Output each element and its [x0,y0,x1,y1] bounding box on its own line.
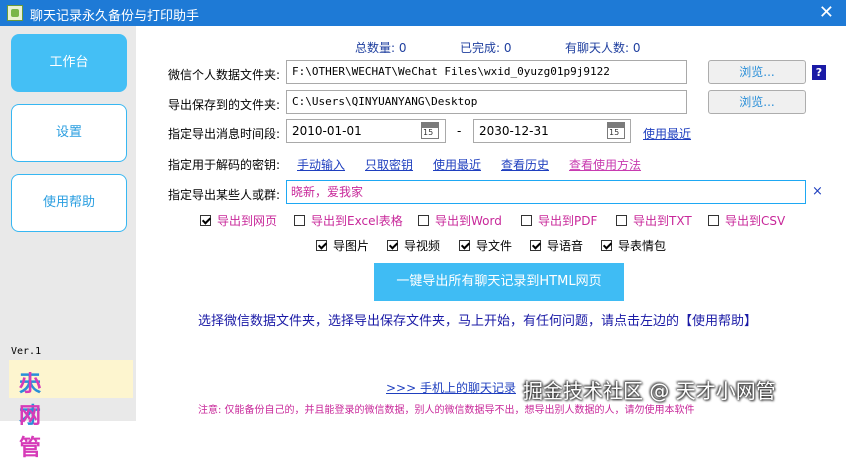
export-pdf-checkbox[interactable]: 导出到PDF [521,212,597,229]
version-label: Ver.1 [11,346,42,357]
export-html-label: 导出到网页 [217,214,278,228]
window-title: 聊天记录永久备份与打印助手 [30,9,200,24]
calendar-day-from: 15 [423,128,434,137]
media-image-label: 导图片 [333,239,370,253]
export-all-button[interactable]: 一键导出所有聊天记录到HTML网页 [374,263,624,301]
media-video-checkbox[interactable]: 导视频 [387,237,440,254]
export-html-checkbox[interactable]: 导出到网页 [200,212,277,229]
calendar-icon[interactable]: 15 [607,122,625,139]
export-txt-label: 导出到TXT [633,214,692,228]
logo: 天才 小网管 [9,360,133,461]
export-csv-checkbox[interactable]: 导出到CSV [708,212,785,229]
export-word-checkbox[interactable]: 导出到Word [418,212,502,229]
save-folder-label: 导出保存到的文件夹: [168,98,281,112]
nav-settings[interactable]: 设置 [11,104,127,162]
target-input[interactable]: 晓新，爱我家 [286,180,806,204]
export-pdf-label: 导出到PDF [538,214,598,228]
mobile-records-link[interactable]: >>> 手机上的聊天记录 [386,379,516,396]
watermark: 掘金技术社区 @ 天才小网管 [523,379,776,403]
target-label: 指定导出某些人或群: [168,188,281,202]
media-file-label: 导文件 [476,239,513,253]
nav-help[interactable]: 使用帮助 [11,174,127,232]
media-voice-checkbox[interactable]: 导语音 [530,237,583,254]
key-manual-link[interactable]: 手动输入 [297,156,345,173]
media-sticker-checkbox[interactable]: 导表情包 [601,237,666,254]
export-word-label: 导出到Word [435,214,502,228]
wechat-folder-input[interactable]: F:\OTHER\WECHAT\WeChat Files\wxid_0yuzg0… [286,60,687,84]
media-voice-label: 导语音 [547,239,584,253]
key-recent-link[interactable]: 使用最近 [433,156,481,173]
export-csv-label: 导出到CSV [725,214,786,228]
time-range-label: 指定导出消息时间段: [168,127,281,141]
stat-contacts: 有聊天人数: 0 [565,41,641,55]
clear-target-icon[interactable]: × [812,184,823,199]
media-image-checkbox[interactable]: 导图片 [316,237,369,254]
key-howto-link[interactable]: 查看使用方法 [569,156,641,173]
key-only-link[interactable]: 只取密钥 [365,156,413,173]
wechat-folder-label: 微信个人数据文件夹: [168,68,281,82]
key-history-link[interactable]: 查看历史 [501,156,549,173]
save-folder-input[interactable]: C:\Users\QINYUANYANG\Desktop [286,90,687,114]
logo-part2: 小网管 [19,372,43,461]
media-video-label: 导视频 [404,239,441,253]
use-recent-time-link[interactable]: 使用最近 [643,125,691,142]
hint-text: 选择微信数据文件夹，选择导出保存文件夹，马上开始，有任何问题，请点击左边的【使用… [198,314,758,329]
stat-done: 已完成: 0 [460,41,512,55]
calendar-day-to: 15 [609,128,620,137]
app-icon [7,5,23,21]
stat-total: 总数量: 0 [355,41,407,55]
media-sticker-label: 导表情包 [618,239,667,253]
key-label: 指定用于解码的密钥: [168,158,281,172]
nav-workbench[interactable]: 工作台 [11,34,127,92]
notice-text: 注意: 仅能备份自己的，并且能登录的微信数据，别人的微信数据导不出，想导出别人数… [198,405,695,416]
date-from-value: 2010-01-01 [292,124,362,138]
export-excel-label: 导出到Excel表格 [311,214,403,228]
close-icon[interactable]: ✕ [819,2,834,23]
export-txt-checkbox[interactable]: 导出到TXT [616,212,692,229]
date-to-value: 2030-12-31 [479,124,549,138]
help-question-icon[interactable]: ? [812,65,826,80]
date-separator: - [457,124,462,138]
browse-save-button[interactable]: 浏览... [708,90,806,114]
browse-wechat-button[interactable]: 浏览... [708,60,806,84]
calendar-icon[interactable]: 15 [421,122,439,139]
export-excel-checkbox[interactable]: 导出到Excel表格 [294,212,403,229]
title-bar: 聊天记录永久备份与打印助手 ✕ [0,0,846,26]
media-file-checkbox[interactable]: 导文件 [459,237,512,254]
sidebar: 工作台 设置 使用帮助 Ver.1 天才 小网管 [0,26,136,461]
